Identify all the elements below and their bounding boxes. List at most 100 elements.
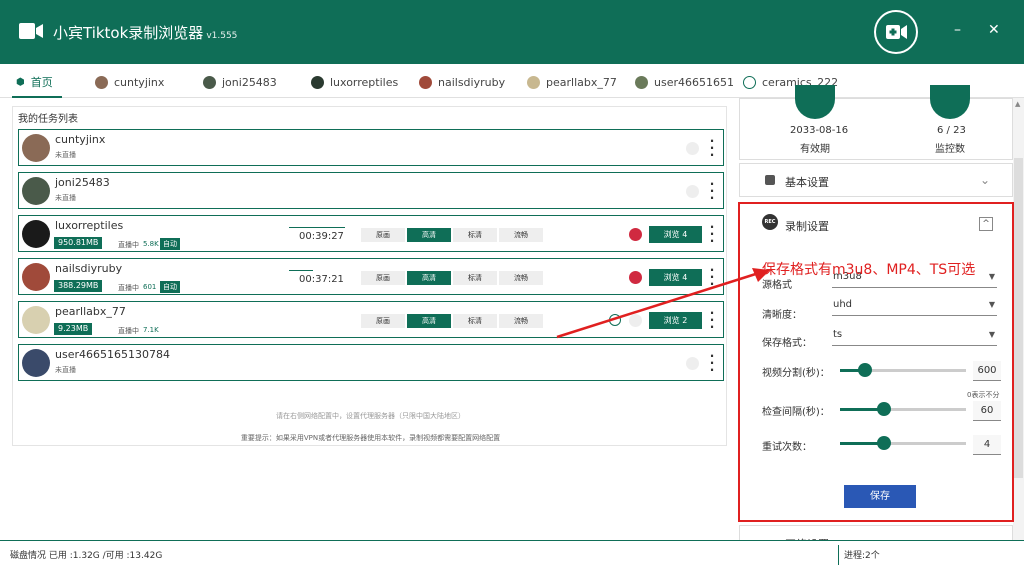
more-menu-icon[interactable]: · · · — [709, 178, 715, 204]
scrollbar[interactable]: ▲ — [1013, 98, 1024, 540]
trash-icon[interactable] — [629, 314, 642, 327]
chevron-down-icon[interactable]: ⌄ — [980, 173, 990, 187]
basic-settings-title: 基本设置 — [785, 176, 829, 189]
task-username: nailsdiyruby — [55, 262, 123, 275]
disk-usage: 磁盘情况 已用 :1.32G /可用 :13.42G — [10, 551, 163, 561]
tiktok-icon[interactable] — [629, 228, 642, 241]
task-list-panel: 我的任务列表 cuntyjinx 未直播 · · · joni25483 未直播 ·… — [12, 106, 727, 446]
process-count: 进程:2个 — [844, 551, 880, 561]
tab-user46651651[interactable]: user46651651 — [635, 73, 734, 91]
tab-label: pearllabx_77 — [546, 75, 617, 89]
quality-smooth-button[interactable]: 流畅 — [499, 314, 543, 328]
monitor-label: 监控数 — [935, 144, 965, 155]
quality-smooth-button[interactable]: 流畅 — [499, 271, 543, 285]
resolution-label: 清晰度： — [762, 310, 802, 321]
divider — [838, 545, 839, 565]
task-row[interactable]: user4665165130784 未直播 · · · — [18, 344, 724, 381]
title-bar: 小宾Tiktok录制浏览器 v1.555 – ✕ — [0, 0, 1024, 64]
basic-settings-section[interactable]: 基本设置 ⌄ — [739, 163, 1013, 197]
quality-smooth-button[interactable]: 流畅 — [499, 228, 543, 242]
time-progress-bar — [289, 227, 345, 228]
check-interval-label: 检查间隔(秒)： — [762, 407, 830, 418]
save-format-label: 保存格式： — [762, 338, 812, 349]
active-tab-indicator — [12, 96, 62, 98]
tab-pearllabx-77[interactable]: pearllabx_77 — [527, 73, 617, 91]
close-button[interactable]: ✕ — [988, 22, 1000, 38]
task-row[interactable]: nailsdiyruby 388.29MB 直播中 601 自动 00:37:2… — [18, 258, 724, 295]
quality-original-button[interactable]: 原画 — [361, 228, 405, 242]
more-menu-icon[interactable]: · · · — [709, 135, 715, 161]
retry-count-slider[interactable] — [840, 436, 966, 450]
trash-icon[interactable] — [686, 142, 699, 155]
annotation-text: 保存格式有m3u8、MP4、TS可选 — [762, 262, 976, 278]
scroll-up-icon[interactable]: ▲ — [1015, 100, 1020, 108]
camera-logo-icon — [19, 23, 43, 39]
scrollbar-thumb[interactable] — [1014, 158, 1023, 478]
more-menu-icon[interactable]: · · · — [709, 350, 715, 376]
quality-sd-button[interactable]: 标清 — [453, 314, 497, 328]
browse-button[interactable]: 浏览 4 — [649, 269, 702, 286]
stats-card: 2033-08-16 有效期 6 / 23 监控数 — [739, 85, 1013, 160]
check-interval-slider[interactable] — [840, 402, 966, 416]
avatar-icon — [743, 75, 756, 89]
browse-button[interactable]: 浏览 4 — [649, 226, 702, 243]
slider-knob[interactable] — [877, 402, 892, 416]
quality-sd-button[interactable]: 标清 — [453, 271, 497, 285]
quality-original-button[interactable]: 原画 — [361, 314, 405, 328]
home-icon: ⬢ — [16, 76, 25, 88]
slider-knob[interactable] — [858, 363, 873, 377]
time-progress-bar — [289, 270, 313, 271]
more-menu-icon[interactable]: · · · — [709, 264, 715, 290]
retry-count-input[interactable]: 4 — [973, 435, 1001, 455]
important-hint: 重要提示：如果采用VPN或者代理服务器使用本软件，录制视频都需要配置网络配置 — [240, 434, 501, 442]
tab-joni25483[interactable]: joni25483 — [203, 73, 277, 91]
task-username: user4665165130784 — [55, 348, 170, 361]
record-settings-title: 录制设置 — [785, 220, 829, 233]
trash-icon[interactable] — [686, 185, 699, 198]
more-menu-icon[interactable]: · · · — [709, 221, 715, 247]
task-username: cuntyjinx — [55, 133, 106, 146]
check-interval-input[interactable]: 60 — [973, 401, 1001, 421]
quality-original-button[interactable]: 原画 — [361, 271, 405, 285]
task-row[interactable]: cuntyjinx 未直播 · · · — [18, 129, 724, 166]
tab-bar: ⬢ 首页 cuntyjinx joni25483 luxorreptiles n… — [0, 64, 1024, 98]
expiry-label: 有效期 — [800, 144, 830, 155]
task-row[interactable]: pearllabx_77 9.23MB 直播中 7.1K 原画 高清 标清 流畅… — [18, 301, 724, 338]
quality-hd-button[interactable]: 高清 — [407, 228, 451, 242]
video-split-input[interactable]: 600 — [973, 361, 1001, 381]
dropdown-arrow-icon: ▼ — [988, 272, 995, 281]
recording-label: 直播中 — [118, 241, 139, 249]
slider-knob[interactable] — [877, 436, 892, 450]
trash-icon[interactable] — [686, 357, 699, 370]
save-button[interactable]: 保存 — [844, 485, 916, 508]
file-size-badge: 9.23MB — [54, 323, 93, 335]
save-format-select[interactable]: ts ▼ — [832, 326, 997, 346]
tab-label: luxorreptiles — [330, 75, 399, 89]
record-video-button[interactable] — [874, 10, 918, 54]
minimize-button[interactable]: – — [954, 22, 961, 38]
dropdown-arrow-icon: ▼ — [988, 330, 995, 339]
save-format-value: ts — [833, 329, 843, 340]
resolution-value: uhd — [833, 299, 853, 310]
quality-hd-button[interactable]: 高清 — [407, 314, 451, 328]
tab-cuntyjinx[interactable]: cuntyjinx — [95, 73, 164, 91]
record-settings-section: REC 录制设置 ^ 源格式 m3u8 ▼ 保存格式有m3u8、MP4、TS可选… — [738, 202, 1014, 522]
auto-badge[interactable]: 自动 — [160, 281, 180, 293]
tab-nailsdiyruby[interactable]: nailsdiyruby — [419, 73, 505, 91]
quality-sd-button[interactable]: 标清 — [453, 228, 497, 242]
status-bar: 磁盘情况 已用 :1.32G /可用 :13.42G 进程:2个 — [0, 540, 1024, 569]
tab-luxorreptiles[interactable]: luxorreptiles — [311, 73, 398, 91]
more-menu-icon[interactable]: · · · — [709, 307, 715, 333]
auto-badge[interactable]: 自动 — [160, 238, 180, 250]
tab-label: nailsdiyruby — [438, 75, 506, 89]
video-split-slider[interactable] — [840, 363, 966, 377]
tiktok-icon[interactable] — [629, 271, 642, 284]
quality-hd-button[interactable]: 高清 — [407, 271, 451, 285]
resolution-select[interactable]: uhd ▼ — [832, 296, 997, 316]
task-row[interactable]: joni25483 未直播 · · · — [18, 172, 724, 209]
tab-home[interactable]: ⬢ 首页 — [16, 73, 53, 91]
task-row[interactable]: luxorreptiles 950.81MB 直播中 5.8K 自动 00:39… — [18, 215, 724, 252]
browse-button[interactable]: 浏览 2 — [649, 312, 702, 329]
chevron-up-icon[interactable]: ^ — [979, 217, 993, 231]
target-icon[interactable] — [609, 314, 621, 326]
